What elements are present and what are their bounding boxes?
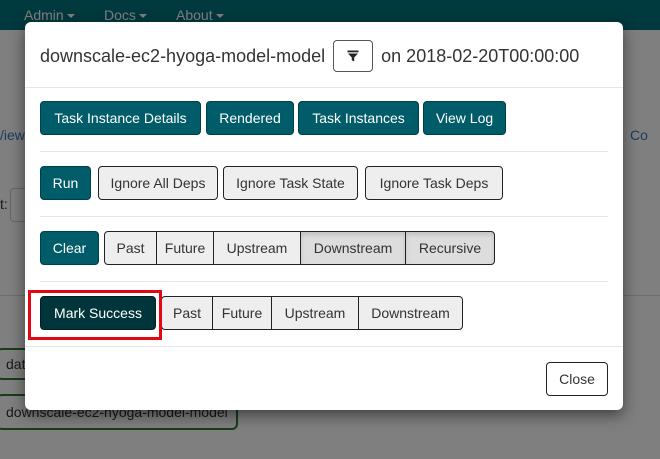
filter-button[interactable] <box>333 40 374 72</box>
clear-downstream-toggle[interactable]: Downstream <box>300 231 406 265</box>
clear-future-toggle[interactable]: Future <box>156 231 214 265</box>
modal-footer-divider <box>25 346 623 347</box>
divider <box>40 151 608 152</box>
ignore-task-state-toggle[interactable]: Ignore Task State <box>223 166 358 200</box>
clear-upstream-toggle[interactable]: Upstream <box>213 231 301 265</box>
modal-header-divider <box>25 87 623 88</box>
filter-icon <box>347 50 359 62</box>
clear-recursive-toggle[interactable]: Recursive <box>405 231 495 265</box>
highlight-box <box>28 290 162 340</box>
ignore-all-deps-toggle[interactable]: Ignore All Deps <box>98 166 218 200</box>
execution-date: on 2018-02-20T00:00:00 <box>381 45 580 66</box>
mark-success-future-toggle[interactable]: Future <box>212 296 272 330</box>
divider <box>40 216 608 217</box>
close-button[interactable]: Close <box>546 362 608 396</box>
clear-past-toggle[interactable]: Past <box>104 231 157 265</box>
task-instances-button[interactable]: Task Instances <box>298 101 419 135</box>
view-log-button[interactable]: View Log <box>423 101 506 135</box>
mark-success-downstream-toggle[interactable]: Downstream <box>358 296 463 330</box>
clear-button[interactable]: Clear <box>40 231 99 265</box>
run-button[interactable]: Run <box>40 166 91 200</box>
mark-success-options-group: Past Future Upstream Downstream <box>161 296 463 330</box>
clear-options-group: Past Future Upstream Downstream Recursiv… <box>104 231 495 265</box>
modal-title: downscale-ec2-hyoga-model-model on 2018-… <box>40 40 579 72</box>
mark-success-upstream-toggle[interactable]: Upstream <box>271 296 359 330</box>
mark-success-past-toggle[interactable]: Past <box>161 296 213 330</box>
task-instance-details-button[interactable]: Task Instance Details <box>40 101 201 135</box>
task-instance-modal: downscale-ec2-hyoga-model-model on 2018-… <box>25 22 623 410</box>
rendered-button[interactable]: Rendered <box>206 101 294 135</box>
task-id: downscale-ec2-hyoga-model-model <box>40 45 326 66</box>
ignore-task-deps-toggle[interactable]: Ignore Task Deps <box>365 166 503 200</box>
divider <box>40 281 608 282</box>
